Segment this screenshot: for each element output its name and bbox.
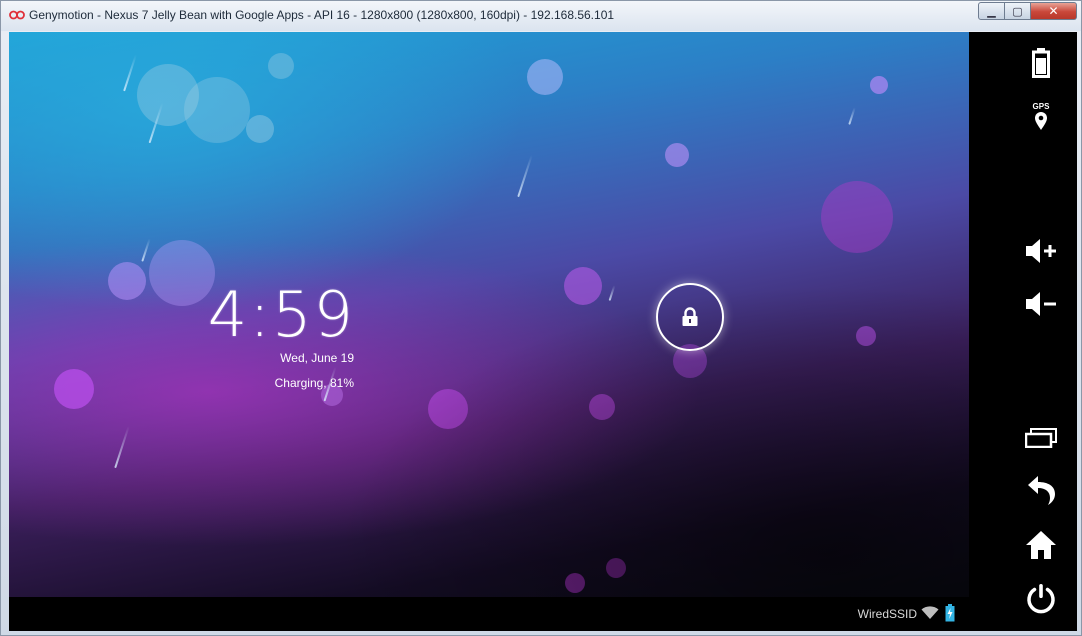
map-pin-icon — [1035, 112, 1047, 130]
network-name: WiredSSID — [857, 607, 917, 621]
unlock-handle[interactable] — [656, 283, 724, 351]
minimize-button[interactable]: ▁ — [978, 2, 1005, 20]
wifi-icon — [921, 606, 939, 619]
home-button[interactable] — [1021, 530, 1061, 560]
maximize-button[interactable]: ▢ — [1005, 2, 1031, 20]
lockscreen-date: Wed, June 19 — [280, 351, 354, 365]
title-bar[interactable]: Genymotion - Nexus 7 Jelly Bean with Goo… — [1, 1, 1081, 31]
emulator-control-sidebar: GPS — [969, 32, 1077, 631]
gps-button[interactable]: GPS — [1021, 102, 1061, 131]
volume-up-button[interactable] — [1021, 238, 1061, 264]
battery-button[interactable] — [1021, 48, 1061, 78]
gps-label: GPS — [1032, 102, 1050, 111]
volume-down-icon — [1026, 292, 1056, 316]
back-arrow-icon — [1028, 476, 1055, 505]
recent-apps-button[interactable] — [1021, 428, 1061, 448]
volume-up-icon — [1026, 239, 1056, 263]
close-button[interactable]: ✕ — [1031, 2, 1077, 20]
system-status-bar: WiredSSID — [9, 597, 969, 631]
home-icon — [1026, 531, 1056, 559]
emulator-window: Genymotion - Nexus 7 Jelly Bean with Goo… — [0, 0, 1082, 636]
lock-icon — [682, 307, 698, 326]
back-button[interactable] — [1021, 474, 1061, 506]
lockscreen-clock: 4:59 — [207, 278, 355, 351]
charging-status: Charging, 81% — [274, 376, 354, 390]
battery-icon — [1032, 48, 1050, 78]
device-screen[interactable]: 4:59 Wed, June 19 Charging, 81% — [9, 32, 969, 597]
wallpaper-shade — [9, 32, 969, 597]
battery-charging-icon — [945, 604, 955, 622]
volume-down-button[interactable] — [1021, 291, 1061, 317]
window-title: Genymotion - Nexus 7 Jelly Bean with Goo… — [29, 8, 615, 22]
recent-apps-icon — [1025, 428, 1057, 448]
power-button[interactable] — [1021, 583, 1061, 615]
power-icon — [1027, 584, 1055, 614]
genymotion-logo-icon — [9, 10, 25, 20]
window-controls: ▁ ▢ ✕ — [978, 2, 1077, 22]
